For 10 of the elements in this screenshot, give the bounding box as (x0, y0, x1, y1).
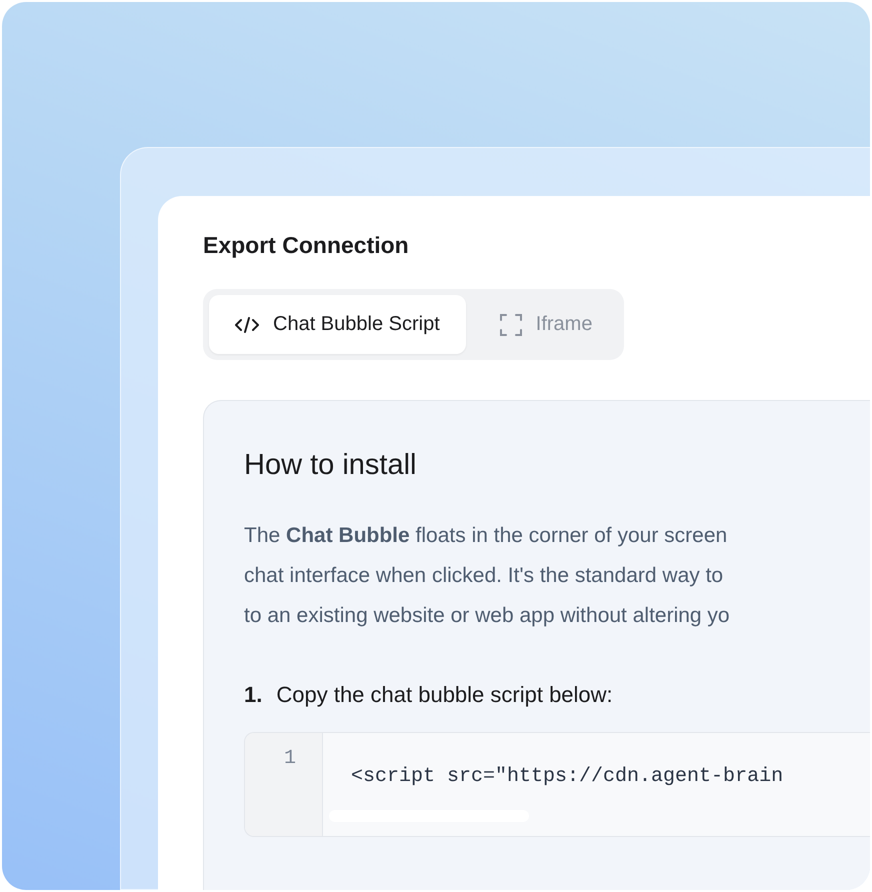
line-number: 1 (284, 747, 296, 770)
step-text: Copy the chat bubble script below: (276, 682, 613, 708)
frame-corners-icon (500, 314, 522, 336)
code-line: <script src="https://cdn.agent-brain (351, 765, 784, 788)
code-icon (235, 316, 259, 334)
panel-title: Export Connection (203, 232, 410, 259)
step-number: 1. (244, 682, 262, 708)
tab[interactable]: Chat Bubble Script (209, 295, 466, 354)
install-heading: How to install (244, 449, 418, 482)
install-description: The Chat Bubble floats in the corner of your screen chat interface when clicked. It's the standard way to to an existing website or web app without altering yo (244, 523, 731, 629)
